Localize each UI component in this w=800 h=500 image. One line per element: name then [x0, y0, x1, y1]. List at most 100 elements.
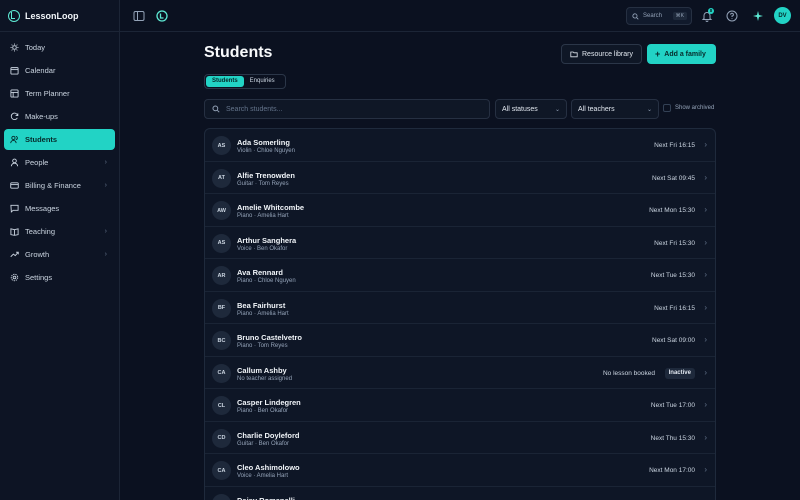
sidebar-item-make-ups[interactable]: Make-ups: [4, 106, 115, 127]
student-name: Daisy Romanelli: [237, 495, 295, 500]
next-lesson: Next Fri 16:15: [654, 142, 695, 149]
sidebar-item-teaching[interactable]: Teaching ›: [4, 221, 115, 242]
sidebar-toggle-icon[interactable]: [133, 10, 145, 22]
student-row[interactable]: CL Casper Lindegren Piano · Ben Okafor Next…: [205, 389, 715, 422]
sidebar-item-billing-finance[interactable]: Billing & Finance ›: [4, 175, 115, 196]
next-lesson: No lesson booked: [602, 369, 655, 377]
sidebar-nav: Today Calendar Term Planner Make-ups Student…: [0, 32, 119, 288]
sidebar-item-growth[interactable]: Growth ›: [4, 244, 115, 265]
plus-icon: +: [655, 48, 661, 59]
student-search-field[interactable]: Search students...: [204, 99, 490, 119]
tab-students[interactable]: Students: [206, 76, 244, 87]
card-icon: [10, 181, 19, 190]
avatar: AR: [212, 266, 231, 285]
student-subtitle: Voice · Ben Okafor: [237, 245, 288, 252]
student-row[interactable]: CA Callum Ashby No teacher assigned No less…: [205, 357, 715, 389]
chevron-right-icon: ›: [104, 228, 107, 235]
next-lesson: Next Mon 15:30: [649, 207, 695, 214]
sidebar-item-messages[interactable]: Messages: [4, 198, 115, 219]
student-name: Ava Rennard: [237, 268, 283, 277]
next-lesson: Next Fri 16:15: [654, 304, 695, 312]
sidebar-item-label: Growth: [25, 250, 50, 259]
teacher-filter-select[interactable]: All teachers ⌄: [571, 99, 659, 119]
avatar: CA: [212, 363, 231, 383]
add-family-button[interactable]: + Add a family: [647, 44, 716, 64]
student-name: Charlie Doyleford: [237, 430, 300, 440]
show-archived-toggle[interactable]: Show archived: [663, 104, 714, 112]
avatar: AS: [212, 136, 231, 155]
calendar-icon: [10, 66, 19, 75]
avatar: AT: [212, 168, 231, 188]
notification-count: 8: [708, 8, 714, 14]
brand[interactable]: LessonLoop: [0, 0, 119, 32]
topbar: Search ⌘K 8 DV: [120, 0, 800, 32]
student-row[interactable]: BF Bea Fairhurst Piano · Amelia Hart Next F…: [205, 292, 715, 324]
next-lesson: Next Tue 17:00: [650, 402, 695, 409]
student-row[interactable]: DR Daisy Romanelli: [205, 487, 715, 500]
chevron-right-icon: ›: [704, 172, 707, 182]
logo-icon: [8, 9, 20, 22]
trend-icon: [10, 250, 19, 259]
user-avatar[interactable]: DV: [774, 7, 791, 24]
chevron-right-icon: ›: [704, 205, 707, 214]
avatar: AS: [212, 233, 231, 253]
sidebar-item-label: Settings: [25, 273, 53, 282]
gear-icon: [10, 273, 19, 282]
search-icon: [212, 105, 220, 113]
student-name: Amelie Whitcombe: [237, 203, 305, 212]
message-icon: [10, 204, 19, 213]
refresh-icon: [10, 112, 19, 121]
student-name: Alfie Trenowden: [237, 170, 295, 180]
student-subtitle: Piano · Chloe Nguyen: [237, 278, 296, 284]
sidebar-item-students[interactable]: Students: [4, 129, 115, 150]
show-archived-checkbox[interactable]: [663, 104, 671, 112]
student-row[interactable]: CD Charlie Doyleford Guitar · Ben Okafor Ne…: [205, 422, 715, 454]
student-row[interactable]: AT Alfie Trenowden Guitar · Tom Reyes Next …: [205, 162, 715, 194]
help-icon[interactable]: [726, 10, 738, 22]
next-lesson: Next Sat 09:45: [652, 174, 695, 182]
folder-icon: [570, 51, 578, 58]
student-row[interactable]: CA Cleo Ashimolowo Voice · Amelia Hart Next…: [205, 454, 715, 487]
sidebar-item-people[interactable]: People ›: [4, 152, 115, 173]
next-lesson: Next Tue 15:30: [650, 272, 695, 279]
next-lesson: Next Fri 15:30: [654, 239, 695, 247]
chevron-right-icon: ›: [704, 465, 707, 474]
sidebar-item-today[interactable]: Today: [4, 37, 115, 58]
sidebar-item-label: Messages: [25, 204, 60, 213]
status-filter-select[interactable]: All statuses ⌄: [495, 99, 567, 119]
resource-library-button[interactable]: Resource library: [561, 44, 642, 64]
next-lesson: Next Sat 09:00: [652, 337, 695, 344]
tab-enquiries[interactable]: Enquiries: [244, 76, 281, 87]
student-subtitle: No teacher assigned: [237, 375, 293, 382]
student-name: Cleo Ashimolowo: [237, 463, 300, 472]
student-row[interactable]: AW Amelie Whitcombe Piano · Amelia Hart Nex…: [205, 194, 715, 227]
sidebar-item-calendar[interactable]: Calendar: [4, 60, 115, 81]
student-name: Bruno Castelvetro: [237, 333, 303, 342]
users-icon: [10, 135, 19, 144]
view-tabs: Students Enquiries: [204, 74, 286, 89]
student-subtitle: Voice · Amelia Hart: [237, 473, 289, 479]
sidebar-item-settings[interactable]: Settings: [4, 267, 115, 288]
student-subtitle: Violin · Chloe Nguyen: [237, 148, 295, 154]
resource-library-label: Resource library: [582, 50, 633, 58]
student-row[interactable]: AS Ada Somerling Violin · Chloe Nguyen Next…: [205, 129, 715, 162]
student-name: Bea Fairhurst: [237, 300, 286, 310]
sidebar-item-term-planner[interactable]: Term Planner: [4, 83, 115, 104]
book-icon: [10, 227, 19, 236]
chevron-right-icon: ›: [704, 432, 707, 442]
global-search-button[interactable]: Search ⌘K: [626, 7, 692, 25]
student-name: Ada Somerling: [237, 138, 290, 147]
student-subtitle: Guitar · Tom Reyes: [237, 180, 289, 187]
logo-icon: [156, 10, 168, 22]
student-row[interactable]: AS Arthur Sanghera Voice · Ben Okafor Next …: [205, 227, 715, 259]
sparkle-icon[interactable]: [752, 10, 764, 22]
student-subtitle: Piano · Ben Okafor: [237, 408, 289, 414]
student-list: AS Ada Somerling Violin · Chloe Nguyen Next…: [204, 128, 716, 500]
search-label: Search: [643, 13, 663, 19]
student-row[interactable]: BC Bruno Castelvetro Piano · Tom Reyes Next…: [205, 324, 715, 357]
student-row[interactable]: AR Ava Rennard Piano · Chloe Nguyen Next Tu…: [205, 259, 715, 292]
student-name: Arthur Sanghera: [237, 235, 297, 245]
avatar: CD: [212, 428, 231, 448]
status-badge: Inactive: [664, 367, 695, 379]
chevron-right-icon: ›: [704, 270, 707, 279]
